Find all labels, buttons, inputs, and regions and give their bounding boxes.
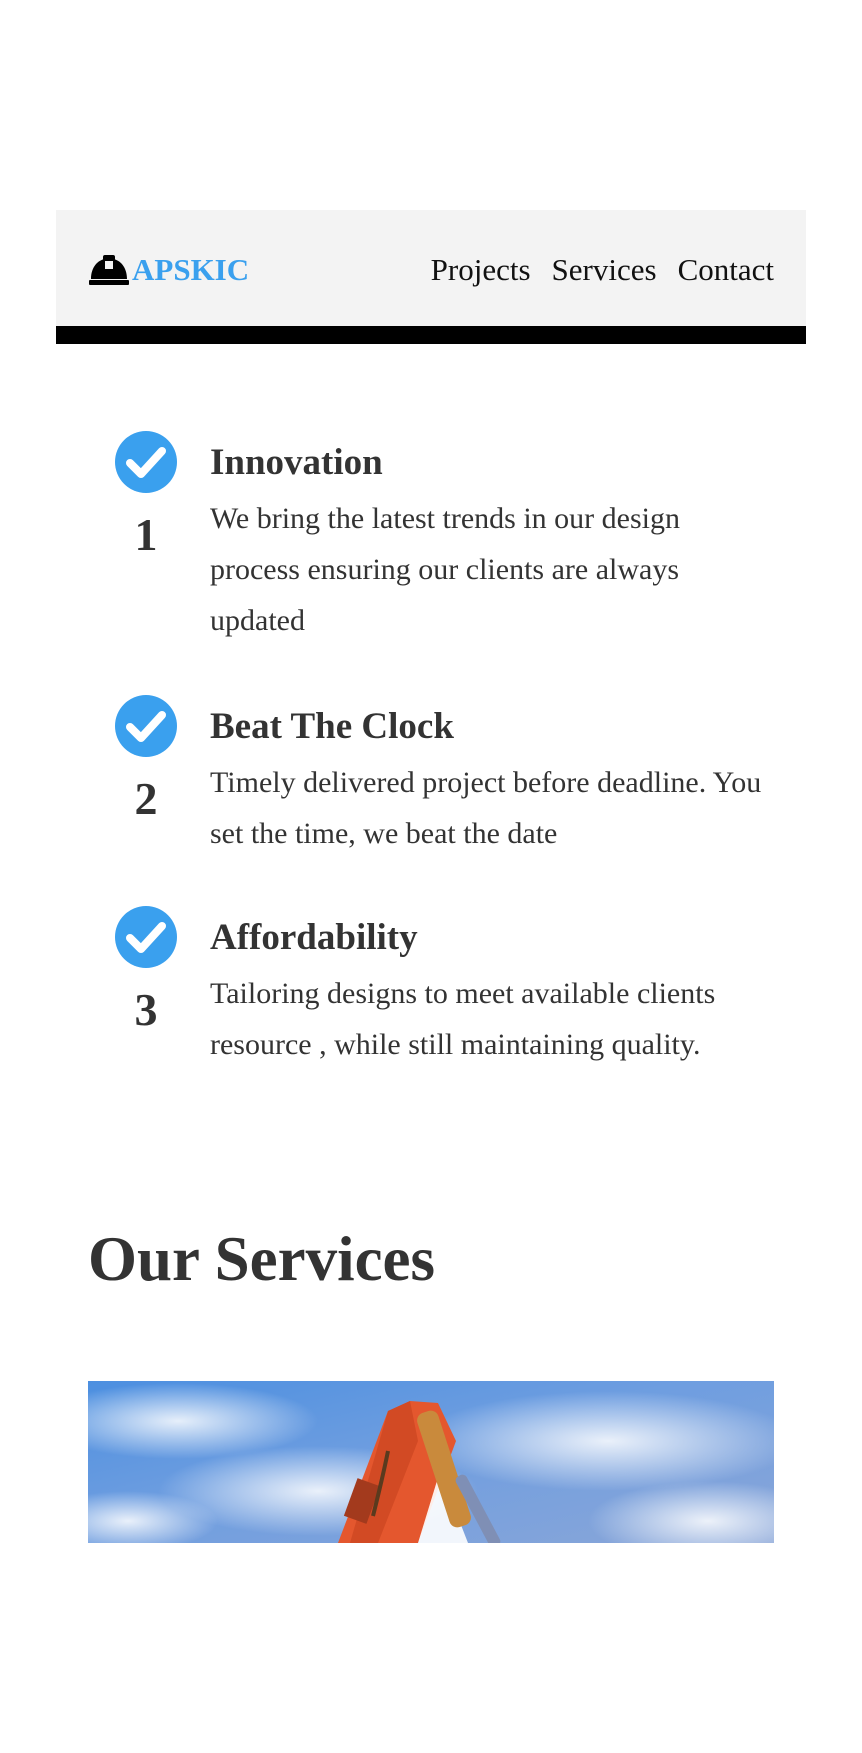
- feature-title: Beat The Clock: [210, 706, 454, 747]
- services-heading: Our Services: [88, 1224, 436, 1294]
- check-circle-icon: [115, 906, 177, 968]
- feature-text: Timely delivered project before deadline…: [210, 766, 762, 850]
- feature-number: 2: [134, 773, 158, 824]
- feature-body: Affordability Tailoring designs to meet …: [210, 905, 770, 1070]
- feature-badge: 1: [114, 430, 178, 558]
- service-image: [88, 1381, 774, 1543]
- navbar: APSKIC Projects Services Contact: [56, 210, 806, 328]
- check-circle-icon: [115, 695, 177, 757]
- feature-title: Affordability: [210, 917, 418, 958]
- feature-badge: 3: [114, 905, 178, 1033]
- nav-link-projects[interactable]: Projects: [431, 252, 531, 288]
- feature-number: 1: [134, 509, 158, 560]
- brand-link[interactable]: APSKIC: [88, 248, 249, 292]
- nav-links: Projects Services Contact: [431, 248, 774, 292]
- brand-name: APSKIC: [132, 252, 250, 287]
- feature-body: Innovation We bring the latest trends in…: [210, 430, 770, 646]
- feature-text: We bring the latest trends in our design…: [210, 502, 680, 637]
- excavator-sky-image: [88, 1381, 774, 1543]
- feature-text: Tailoring designs to meet available clie…: [210, 977, 716, 1061]
- nav-link-contact[interactable]: Contact: [678, 252, 774, 288]
- feature-title: Innovation: [210, 442, 383, 483]
- feature-number: 3: [134, 984, 158, 1035]
- check-circle-icon: [115, 431, 177, 493]
- feature-body: Beat The Clock Timely delivered project …: [210, 694, 770, 859]
- nav-link-services[interactable]: Services: [552, 252, 657, 288]
- navbar-bottom-border: [56, 326, 806, 344]
- feature-badge: 2: [114, 694, 178, 822]
- hard-hat-icon: [89, 255, 129, 285]
